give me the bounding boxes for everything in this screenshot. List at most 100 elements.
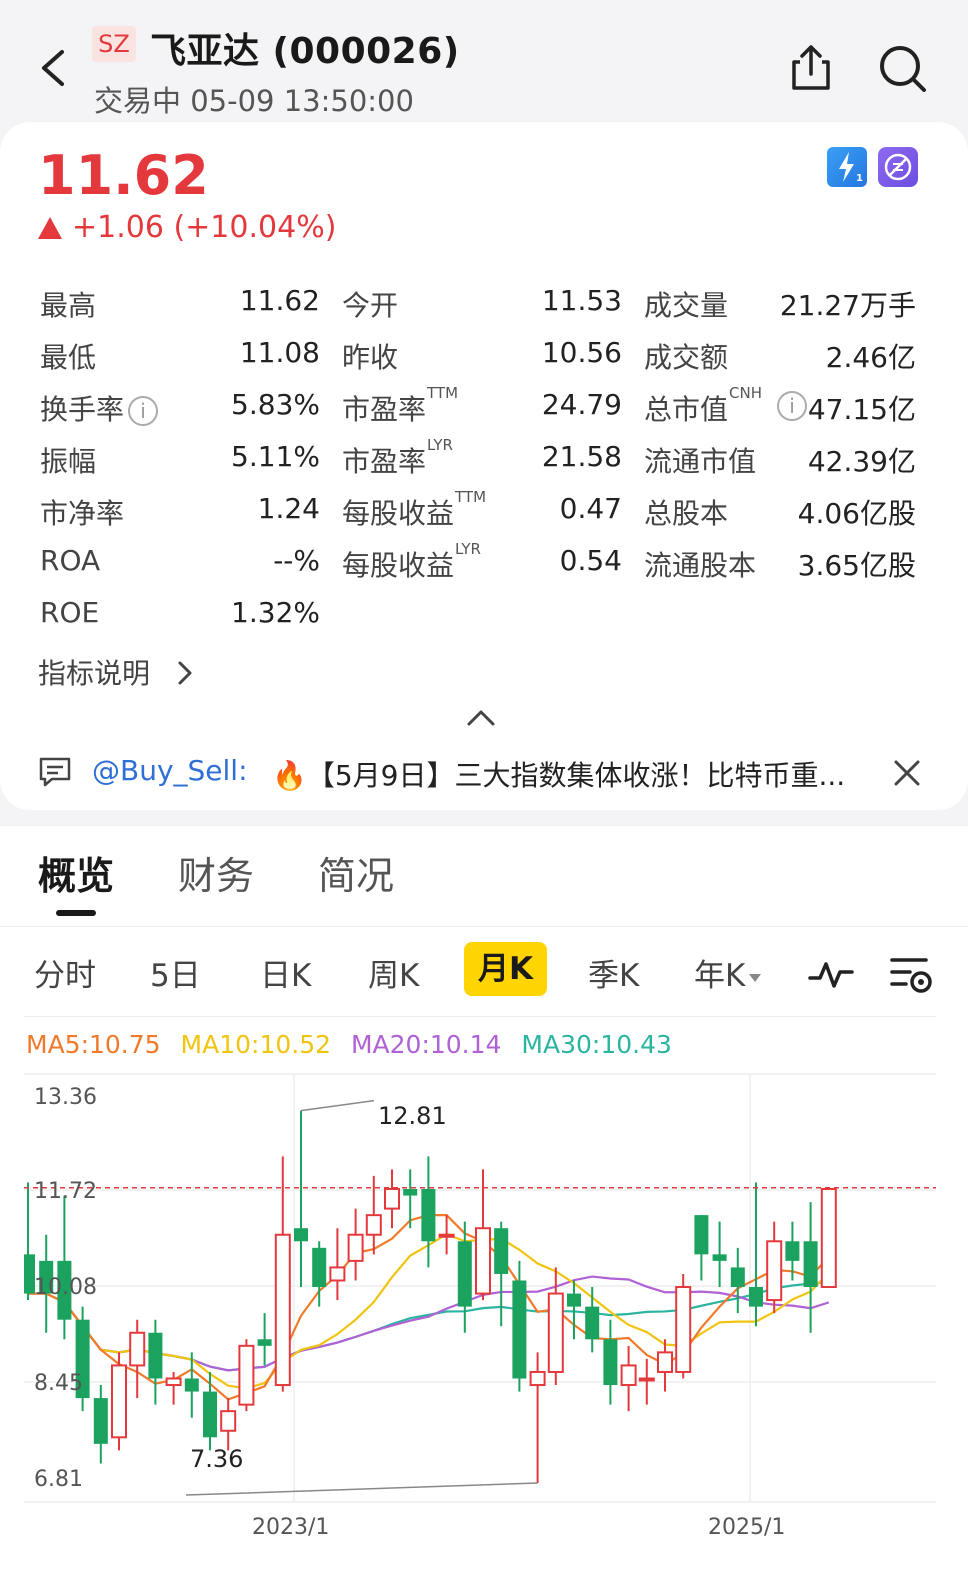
x-tick-label: 2023/1 (252, 1515, 329, 1540)
y-tick-label: 10.08 (34, 1275, 97, 1300)
stat-label-float-shares: 流通股本 (644, 549, 757, 582)
active-tab-indicator (56, 910, 96, 916)
max-annotation-line (300, 1099, 375, 1112)
candle-down (93, 1398, 108, 1444)
stat-label-volume: 成交量 (644, 289, 729, 322)
stat-value-roe: 1.32% (231, 596, 320, 629)
divider (0, 926, 968, 927)
svg-text:1: 1 (856, 173, 863, 184)
candle-down (403, 1189, 418, 1196)
candle-down (512, 1280, 527, 1379)
stat-value-open: 11.53 (541, 284, 622, 317)
stat-label-pe-lyr-text: 市盈率 (342, 445, 427, 478)
candle-up (238, 1344, 255, 1406)
news-ticker[interactable]: @Buy_Sell: 🔥【5月9日】三大指数集体收涨！比特币重... (36, 752, 936, 796)
stat-label-eps-lyr: 每股收益LYR (342, 540, 481, 584)
candlestick-chart[interactable]: 13.36 11.72 10.08 8.45 6.81 12.81 7.36 2… (24, 1070, 938, 1570)
candle-down (421, 1189, 436, 1242)
candle-up (274, 1233, 291, 1387)
share-icon[interactable] (786, 42, 836, 94)
candle-up (329, 1266, 346, 1282)
ma30-line (28, 1280, 829, 1372)
stat-label-market-cap: 总市值CNH (644, 384, 762, 428)
period-yearly-label: 年K (694, 958, 746, 994)
margin-badge-icon[interactable] (878, 147, 918, 187)
candle-down (457, 1241, 472, 1307)
candle-down (785, 1241, 800, 1261)
candle-up (111, 1364, 127, 1439)
chevron-up-icon[interactable] (466, 708, 496, 728)
min-annotation-line (185, 1482, 538, 1496)
indicator-explanation-link[interactable]: 指标说明 (38, 652, 195, 692)
candle-up (638, 1377, 655, 1382)
indicator-wave-icon[interactable] (808, 952, 854, 996)
max-price-label: 12.81 (378, 1102, 447, 1130)
search-icon[interactable] (876, 42, 930, 96)
period-intraday[interactable]: 分时 (34, 950, 96, 995)
stat-value-float-cap: 42.39亿 (807, 445, 916, 478)
candle-down (203, 1391, 217, 1438)
stat-value-turnover: 5.83% (231, 388, 320, 421)
candle-down (803, 1241, 818, 1288)
candle-up (547, 1292, 564, 1373)
ma20-label: MA20:10.14 (350, 1030, 502, 1059)
stat-label-roe: ROE (40, 596, 100, 629)
stat-label-total-shares: 总股本 (644, 497, 729, 530)
stat-label-market-cap-text: 总市值 (644, 393, 729, 426)
period-monthly[interactable]: 月K (464, 942, 548, 996)
candle-up (347, 1233, 364, 1262)
stat-label-high: 最高 (40, 289, 97, 322)
close-icon[interactable] (892, 758, 922, 788)
tab-overview[interactable]: 概览 (38, 845, 114, 900)
candle-up (220, 1410, 237, 1432)
lightning-badge-icon[interactable]: 1 (827, 147, 867, 187)
stat-sup-lyr: LYR (455, 540, 481, 558)
stat-label-pe-ttm-text: 市盈率 (342, 393, 427, 426)
y-tick-label: 6.81 (34, 1467, 83, 1492)
ma20-line (28, 1275, 830, 1372)
tab-financials[interactable]: 财务 (178, 845, 254, 900)
stat-label-eps-ttm-text: 每股收益 (342, 497, 455, 530)
chevron-right-icon (178, 661, 192, 685)
trade-status: 交易中 05-09 13:50:00 (94, 84, 414, 118)
stat-label-prev-close: 昨收 (342, 341, 399, 374)
ma30-label: MA30:10.43 (521, 1030, 672, 1059)
stat-value-eps-ttm: 0.47 (559, 492, 622, 525)
period-yearly[interactable]: 年K (694, 950, 762, 995)
stat-value-market-cap: 47.15亿 (807, 393, 916, 426)
x-tick-label: 2025/1 (708, 1515, 785, 1540)
candle-up (529, 1370, 546, 1387)
y-tick-label: 13.36 (34, 1085, 97, 1110)
stat-value-prev-close: 10.56 (541, 336, 622, 369)
candle-up (365, 1214, 382, 1236)
stat-value-low: 11.08 (239, 336, 320, 369)
indicator-explanation-label: 指标说明 (38, 657, 151, 690)
news-author[interactable]: @Buy_Sell: (92, 754, 248, 787)
back-arrow-icon[interactable] (36, 46, 76, 90)
info-icon[interactable]: i (128, 396, 159, 426)
period-weekly[interactable]: 周K (368, 950, 419, 995)
dropdown-caret-icon (749, 973, 762, 982)
tab-profile[interactable]: 简况 (318, 845, 394, 900)
stock-title: 飞亚达 (000026) (150, 31, 460, 72)
stat-label-float-cap: 流通市值 (644, 445, 757, 478)
stat-label-low: 最低 (40, 341, 97, 374)
stat-value-pe-lyr: 21.58 (541, 440, 622, 473)
y-tick-label: 8.45 (34, 1371, 83, 1396)
news-headline[interactable]: 🔥【5月9日】三大指数集体收涨！比特币重... (272, 754, 845, 794)
period-daily[interactable]: 日K (260, 950, 311, 995)
period-quarterly[interactable]: 季K (588, 950, 639, 995)
stat-sup-lyr: LYR (427, 436, 453, 454)
chart-settings-icon[interactable] (888, 952, 934, 996)
stat-value-eps-lyr: 0.54 (559, 544, 622, 577)
candle-down (603, 1339, 618, 1386)
candle-down (294, 1228, 308, 1242)
period-5day[interactable]: 5日 (150, 950, 201, 995)
stat-value-turnover-amount: 2.46亿 (825, 341, 916, 374)
candle-down (494, 1228, 509, 1274)
candle-down (694, 1215, 709, 1255)
candle-up (129, 1331, 146, 1367)
stat-label-turnover: 换手率 i (40, 388, 159, 428)
stat-sup-ttm: TTM (427, 384, 459, 402)
price-change: +1.06 (+10.04%) (38, 210, 336, 245)
